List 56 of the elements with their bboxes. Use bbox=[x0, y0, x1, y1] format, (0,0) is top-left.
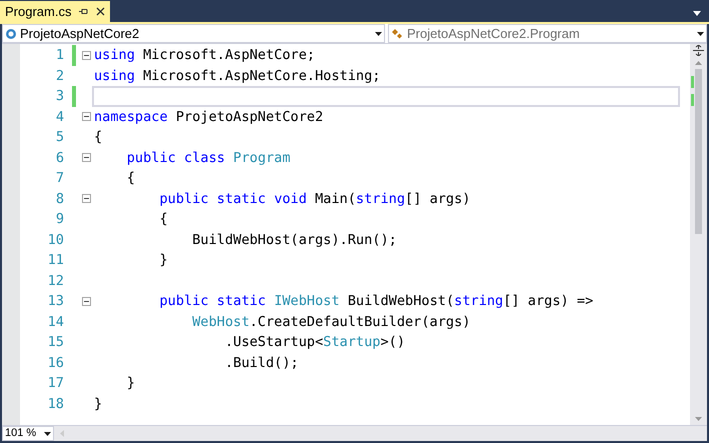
collapse-icon[interactable] bbox=[82, 112, 90, 122]
dropdown-caret-icon[interactable] bbox=[375, 32, 382, 36]
change-marker bbox=[691, 76, 694, 88]
dropdown-caret-icon[interactable] bbox=[44, 432, 51, 436]
code-line: } bbox=[94, 394, 102, 414]
code-line: .UseStartup<Startup>() bbox=[224, 333, 406, 352]
line-number: 2 bbox=[54, 66, 64, 86]
line-number: 13 bbox=[46, 292, 64, 312]
line-number: 3 bbox=[54, 87, 64, 106]
close-icon[interactable] bbox=[96, 7, 106, 16]
project-dropdown[interactable]: ProjetoAspNetCore2 bbox=[2, 24, 385, 43]
split-icon[interactable] bbox=[693, 45, 704, 56]
pin-icon[interactable] bbox=[79, 7, 88, 16]
code-line: public class Program bbox=[126, 148, 290, 168]
project-icon bbox=[5, 28, 17, 40]
code-line: namespace ProjetoAspNetCore2 bbox=[94, 108, 324, 127]
line-number: 8 bbox=[54, 190, 64, 209]
line-number: 16 bbox=[46, 354, 64, 373]
scrollbar-thumb[interactable] bbox=[695, 69, 702, 234]
code-line: { bbox=[94, 128, 102, 148]
line-number: 5 bbox=[54, 128, 64, 148]
code-line: } bbox=[158, 251, 168, 270]
code-line: public static IWebHost BuildWebHost(string[] args) => bbox=[158, 292, 594, 312]
collapse-icon[interactable] bbox=[82, 153, 90, 162]
code-line: using Microsoft.AspNetCore; bbox=[94, 46, 315, 66]
code-line: .Build(); bbox=[224, 354, 299, 373]
member-dropdown[interactable]: ProjetoAspNetCore2.Program bbox=[388, 24, 707, 43]
line-number: 1 bbox=[54, 46, 64, 66]
line-number: 17 bbox=[46, 374, 64, 394]
line-number: 10 bbox=[46, 230, 64, 250]
code-line: { bbox=[126, 169, 135, 188]
dropdown-caret-icon[interactable] bbox=[693, 11, 701, 16]
line-number: 4 bbox=[54, 108, 64, 127]
code-line: WebHost.CreateDefaultBuilder(args) bbox=[191, 312, 470, 332]
code-line: using Microsoft.AspNetCore.Hosting; bbox=[94, 66, 380, 86]
code-line: } bbox=[126, 374, 135, 394]
line-number: 7 bbox=[54, 169, 64, 188]
vertical-scrollbar[interactable] bbox=[690, 44, 707, 425]
collapse-icon[interactable] bbox=[82, 194, 90, 204]
collapse-icon[interactable] bbox=[82, 296, 90, 306]
line-number: 15 bbox=[46, 333, 64, 352]
dropdown-caret-icon[interactable] bbox=[697, 32, 704, 36]
zoom-dropdown[interactable]: 101 % bbox=[2, 426, 54, 441]
collapse-icon[interactable] bbox=[82, 50, 90, 60]
line-number: 14 bbox=[46, 312, 64, 332]
code-line: public static void Main(string[] args) bbox=[158, 190, 470, 209]
line-number: 11 bbox=[46, 251, 64, 270]
line-number: 9 bbox=[54, 210, 64, 230]
class-icon bbox=[391, 28, 404, 40]
code-line: { bbox=[158, 210, 168, 230]
document-tab[interactable]: Program.cs bbox=[0, 1, 110, 22]
code-line: BuildWebHost(args).Run(); bbox=[191, 230, 397, 250]
line-number: 6 bbox=[54, 148, 64, 168]
change-marker bbox=[691, 94, 694, 106]
line-number: 18 bbox=[46, 394, 64, 414]
line-number: 12 bbox=[46, 272, 64, 291]
